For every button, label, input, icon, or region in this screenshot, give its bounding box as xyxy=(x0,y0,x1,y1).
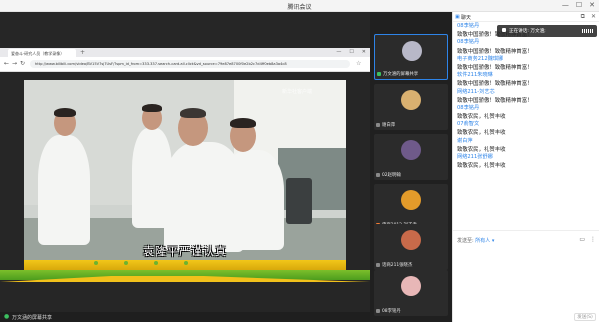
send-to-selector[interactable]: 发送至: 所有人 ▾ xyxy=(457,237,494,244)
avatar xyxy=(401,276,421,296)
screenshot-icon[interactable]: ⋮ xyxy=(590,236,596,243)
send-button[interactable]: 发送(S) xyxy=(574,313,596,321)
participant-tile[interactable]: 话商211张晓杰 xyxy=(374,224,448,270)
avatar xyxy=(401,190,421,210)
popout-icon[interactable]: ⧉ xyxy=(581,13,585,21)
speaker-icon xyxy=(502,28,506,32)
message-text: 致敬农民，礼赞丰收 xyxy=(457,163,506,170)
speaking-label: 正在讲话: 万文涵; xyxy=(509,29,546,34)
chat-icon: ▣ xyxy=(455,14,460,20)
browser-nav-row: ← → ↻ http://www.bilibili.com/video/BV15… xyxy=(0,57,370,71)
message-sender: 谢白萍 xyxy=(457,137,473,144)
chat-header: ▣ 聊天 ⧉ ✕ xyxy=(453,12,599,22)
reload-icon[interactable]: ↻ xyxy=(20,60,25,67)
video-figure-4 xyxy=(222,150,284,250)
browser-window-controls: — ☐ ✕ xyxy=(336,49,366,55)
avatar xyxy=(401,90,421,110)
video-watermark: 新华社客户端 xyxy=(282,89,313,95)
participant-tile[interactable]: 万文涵的屏幕共享 xyxy=(374,34,448,80)
video-figure-2-hair xyxy=(142,104,162,112)
mic-muted-icon xyxy=(376,173,380,177)
participant-name: 谢白萍 xyxy=(376,122,395,128)
file-icon[interactable]: ▭ xyxy=(579,236,585,243)
forward-icon[interactable]: → xyxy=(12,60,17,67)
send-to-label: 发送至: xyxy=(457,238,474,244)
decor-leaf xyxy=(154,261,158,265)
send-to-value[interactable]: 所有人 ▾ xyxy=(475,238,494,244)
message-sender: 网络211-刘艺芯 xyxy=(457,88,495,95)
video-player[interactable]: 新华社客户端 袁隆平严谨认真 xyxy=(24,80,346,270)
speaking-indicator: 正在讲话: 万文涵; xyxy=(497,25,597,37)
message-text: 致敬中国骄傲！致敬精神首富！ xyxy=(457,81,533,88)
video-subtitle: 袁隆平严谨认真 xyxy=(143,245,227,258)
participant-video-list: 万文涵的屏幕共享 谢白萍 02赵明翰 电商2012-刘子聿 话商211张晓杰 0… xyxy=(370,12,452,322)
video-bottom-stripe xyxy=(24,260,346,270)
browser-tab[interactable]: 爱奋斗·研究人员（教学录像） xyxy=(8,49,76,57)
decor-leaf xyxy=(184,261,188,265)
browser-tab-row: 爱奋斗·研究人员（教学录像） + — ☐ ✕ xyxy=(0,48,370,57)
message-text: 致敬农民，礼赞丰收 xyxy=(457,130,506,137)
message-sender: 08李铭丹 xyxy=(457,104,480,111)
bookmark-star-icon[interactable]: ☆ xyxy=(356,60,361,67)
participant-name: 08李铭丹 xyxy=(376,308,401,314)
maximize-icon[interactable]: ☐ xyxy=(576,1,582,9)
minimize-icon[interactable]: — xyxy=(562,1,569,9)
browser-minimize-icon[interactable]: — xyxy=(336,49,341,55)
video-figure-3-hair xyxy=(180,108,206,118)
video-figure-1-hair xyxy=(54,108,76,117)
chat-header-controls: ⧉ ✕ xyxy=(581,13,596,21)
audio-wave-icon xyxy=(582,29,593,33)
window-controls: — ☐ ✕ xyxy=(562,1,595,9)
shared-browser-window: 爱奋斗·研究人员（教学录像） + — ☐ ✕ ← → ↻ http://www.… xyxy=(0,48,370,72)
participant-tile[interactable]: 谢白萍 xyxy=(374,84,448,130)
video-figure-4-hair xyxy=(230,118,256,128)
address-bar[interactable]: http://www.bilibili.com/video/BV15V7sj7U… xyxy=(30,60,350,68)
chat-close-icon[interactable]: ✕ xyxy=(591,13,596,21)
window-title: 腾讯会议 xyxy=(287,4,312,11)
message-text: 致敬中国骄傲！致敬精神首富！ xyxy=(457,97,533,104)
browser-close-icon[interactable]: ✕ xyxy=(362,49,366,55)
message-sender: 软件211朱晓琳 xyxy=(457,72,493,79)
message-text: 致敬中国骄傲！致敬精神首富！ xyxy=(457,64,533,71)
avatar xyxy=(402,41,422,61)
participant-tile[interactable]: 08李铭丹 xyxy=(374,270,448,316)
screen-share-label: 万文涵的屏幕共享 xyxy=(12,315,53,321)
chat-panel: ▣ 聊天 ⧉ ✕ 08李铭丹 致敬中国骄傲！致敬精神首富！ 08李铭丹 致敬中国… xyxy=(452,12,599,322)
message-sender: 08李铭丹 xyxy=(457,39,480,46)
avatar xyxy=(401,230,421,250)
chat-input-area[interactable]: 发送至: 所有人 ▾ ▭ ⋮ 发送(S) xyxy=(453,230,599,322)
mic-icon: ● xyxy=(4,313,10,320)
mic-muted-icon xyxy=(376,123,380,127)
message-sender: 电子商务212魏琪娜 xyxy=(457,55,504,62)
message-text: 致敬农民，礼赞丰收 xyxy=(457,114,506,121)
message-text: 致敬农民，礼赞丰收 xyxy=(457,146,506,153)
message-text: 致敬中国骄傲！致敬精神首富！ xyxy=(457,48,533,55)
decor-leaf xyxy=(94,261,98,265)
screen-share-label-bar: ● 万文涵的屏幕共享 xyxy=(0,312,370,322)
mic-on-icon xyxy=(377,72,381,76)
avatar xyxy=(401,140,421,160)
back-icon[interactable]: ← xyxy=(4,60,9,67)
chat-message-list: 08李铭丹 致敬中国骄傲！致敬精神首富！ 08李铭丹 致敬中国骄傲！致敬精神首富… xyxy=(457,22,597,169)
message-sender: 网络211张舒娜 xyxy=(457,154,493,160)
decor-leaf xyxy=(124,261,128,265)
mic-muted-icon xyxy=(376,309,380,313)
new-tab-icon[interactable]: + xyxy=(80,49,85,56)
title-bar: 腾讯会议 — ☐ ✕ xyxy=(0,0,599,12)
participant-tile[interactable]: 02赵明翰 xyxy=(374,134,448,180)
video-frame-microscope xyxy=(286,178,312,224)
message-sender: 07俞智文 xyxy=(457,121,480,128)
chat-tools: ▭ ⋮ xyxy=(579,236,596,243)
participant-name: 02赵明翰 xyxy=(376,172,401,178)
video-figure-1 xyxy=(38,135,90,245)
chat-title: 聊天 xyxy=(461,15,472,21)
participant-name: 万文涵的屏幕共享 xyxy=(377,71,418,77)
browser-maximize-icon[interactable]: ☐ xyxy=(349,49,353,55)
close-icon[interactable]: ✕ xyxy=(589,1,595,9)
mic-muted-icon xyxy=(376,263,380,267)
participant-name: 话商211张晓杰 xyxy=(376,262,412,268)
